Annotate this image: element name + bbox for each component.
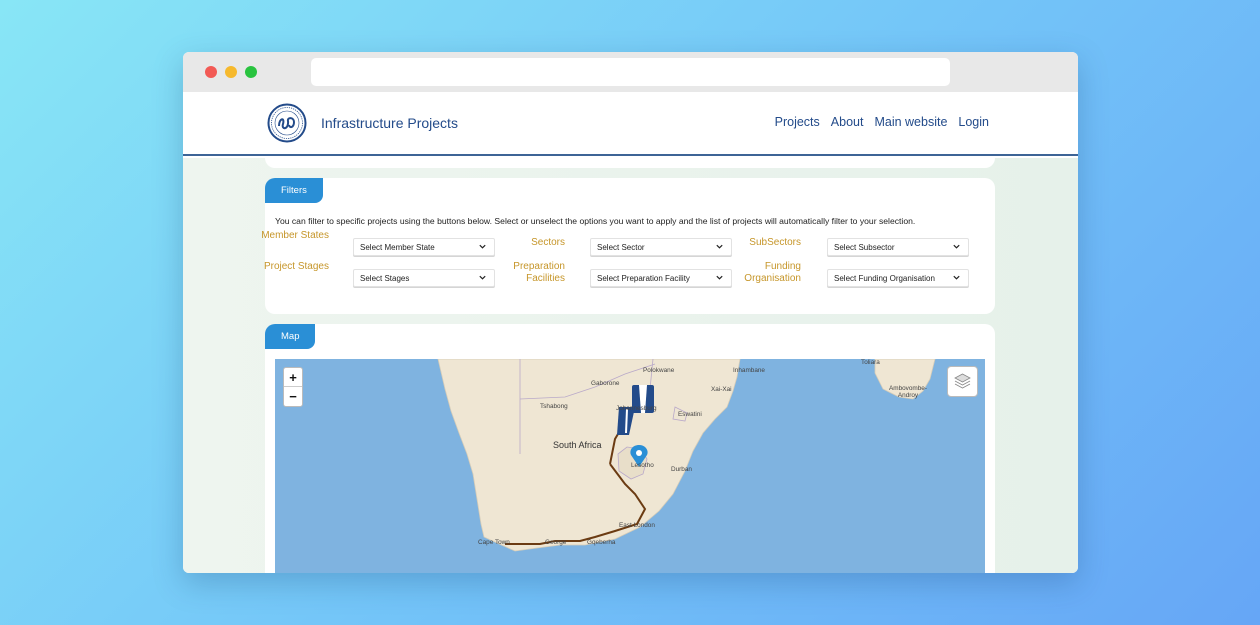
- sadc-logo-icon[interactable]: [267, 103, 307, 143]
- previous-card: [265, 158, 995, 168]
- place-label: Gqeberha: [587, 539, 616, 546]
- funding-organisation-select-value: Select Funding Organisation: [834, 274, 935, 283]
- member-state-select[interactable]: Select Member State: [353, 238, 495, 256]
- place-label: Cape Town: [478, 539, 510, 546]
- zoom-out-button[interactable]: −: [284, 387, 302, 406]
- map-card: Map Polokwane Inhambane Toliara Gaborone…: [265, 324, 995, 573]
- sectors-label: Sectors: [531, 237, 565, 248]
- member-states-label: Member States: [261, 230, 329, 241]
- place-label: Xai-Xai: [711, 386, 732, 393]
- funding-organisation-label: Funding Organisation: [744, 261, 801, 284]
- tab-map[interactable]: Map: [265, 324, 315, 349]
- place-label: Johannesburg: [616, 405, 657, 412]
- place-label: Durban: [671, 466, 692, 473]
- close-window-button[interactable]: [205, 66, 217, 78]
- zoom-control: + −: [283, 367, 303, 407]
- nav-projects[interactable]: Projects: [775, 115, 820, 129]
- project-stages-label: Project Stages: [263, 261, 329, 272]
- chevron-down-icon: [953, 244, 960, 249]
- subsectors-label: SubSectors: [749, 237, 801, 248]
- maximize-window-button[interactable]: [245, 66, 257, 78]
- place-label: Polokwane: [643, 367, 675, 374]
- stages-select[interactable]: Select Stages: [353, 269, 495, 287]
- site-header: Infrastructure Projects Projects About M…: [183, 92, 1078, 156]
- preparation-facilities-label: Preparation Facilities: [513, 261, 565, 284]
- place-label: East London: [619, 522, 655, 529]
- filter-row: Project Stages Select Stages Preparation…: [264, 261, 975, 295]
- page-content: Filters You can filter to specific proje…: [183, 158, 1078, 573]
- address-bar[interactable]: [311, 58, 950, 86]
- preparation-facility-select[interactable]: Select Preparation Facility: [590, 269, 732, 287]
- map-view[interactable]: Polokwane Inhambane Toliara Gaborone Xai…: [275, 359, 985, 573]
- filters-card: Filters You can filter to specific proje…: [261, 178, 995, 314]
- minimize-window-button[interactable]: [225, 66, 237, 78]
- map-canvas[interactable]: [275, 359, 985, 573]
- place-label: Gaborone: [591, 380, 620, 387]
- place-label: Inhambane: [733, 367, 765, 374]
- place-label: Eswatini: [678, 411, 702, 418]
- place-label: Toliara: [861, 359, 880, 366]
- chevron-down-icon: [479, 244, 486, 249]
- chevron-down-icon: [716, 244, 723, 249]
- subsector-select-value: Select Subsector: [834, 243, 895, 252]
- site-title[interactable]: Infrastructure Projects: [321, 115, 458, 131]
- nav-about[interactable]: About: [831, 115, 864, 129]
- sector-select-value: Select Sector: [597, 243, 645, 252]
- nav-main-website[interactable]: Main website: [874, 115, 947, 129]
- layers-icon: [954, 373, 971, 389]
- tab-filters[interactable]: Filters: [265, 178, 323, 203]
- zoom-in-button[interactable]: +: [284, 368, 302, 387]
- subsector-select[interactable]: Select Subsector: [827, 238, 969, 256]
- place-label: South Africa: [553, 440, 602, 450]
- chevron-down-icon: [716, 275, 723, 280]
- filters-intro: You can filter to specific projects usin…: [275, 216, 916, 226]
- main-nav: Projects About Main website Login: [775, 115, 989, 129]
- browser-window: Infrastructure Projects Projects About M…: [183, 52, 1078, 573]
- sector-select[interactable]: Select Sector: [590, 238, 732, 256]
- member-state-select-value: Select Member State: [360, 243, 435, 252]
- chevron-down-icon: [953, 275, 960, 280]
- place-label: George: [545, 539, 567, 546]
- place-label: Lesotho: [631, 462, 654, 469]
- layers-button[interactable]: [947, 366, 978, 397]
- preparation-facility-select-value: Select Preparation Facility: [597, 274, 690, 283]
- chevron-down-icon: [479, 275, 486, 280]
- place-label: Tshabong: [540, 403, 568, 410]
- filter-row: Member States Select Member State Sector…: [261, 230, 975, 264]
- browser-chrome: [183, 52, 1078, 92]
- place-label: Ambovombe-Androy: [888, 385, 927, 399]
- stages-select-value: Select Stages: [360, 274, 410, 283]
- funding-organisation-select[interactable]: Select Funding Organisation: [827, 269, 969, 287]
- nav-login[interactable]: Login: [958, 115, 989, 129]
